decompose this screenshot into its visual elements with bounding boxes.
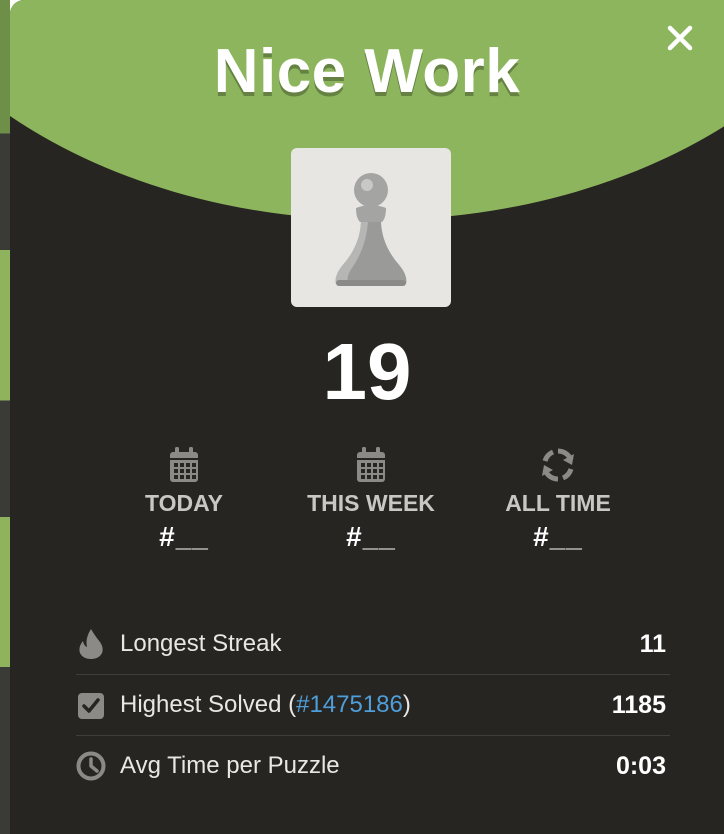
stats-list: Longest Streak 11 Highest Solved (#14751…: [76, 614, 670, 796]
leaderboard-this-week-label: THIS WEEK: [307, 490, 435, 516]
close-icon: [667, 25, 693, 51]
modal-title: Nice Work: [213, 37, 521, 106]
background-board-strip: [0, 0, 10, 834]
highest-solved-label: Highest Solved (#1475186): [120, 691, 612, 719]
longest-streak-label: Longest Streak: [120, 630, 282, 657]
highest-solved-value: 1185: [611, 690, 666, 719]
flame-icon: [79, 629, 103, 659]
stat-row-avg-time: Avg Time per Puzzle 0:03: [76, 736, 670, 796]
stat-row-highest-solved: Highest Solved (#1475186) 1185: [76, 675, 670, 736]
leaderboard-today[interactable]: TODAY #__: [84, 446, 284, 553]
highest-solved-label-close: ): [402, 691, 411, 718]
longest-streak-value: 11: [639, 629, 666, 658]
leaderboard-all-time[interactable]: ALL TIME #__: [458, 446, 658, 553]
puzzle-result-modal: Nice Work 19 TODAY #__ THIS WEEK #__ ALL…: [10, 0, 724, 834]
piece-card: [291, 148, 451, 307]
close-button[interactable]: [662, 20, 698, 56]
checkbox-icon: [78, 693, 104, 719]
clock-icon: [76, 751, 106, 781]
leaderboard-today-label: TODAY: [145, 490, 223, 516]
refresh-icon: [542, 448, 574, 482]
calendar-icon: [357, 447, 385, 482]
highest-solved-label-text: Highest Solved (: [120, 691, 297, 718]
leaderboard-all-time-rank: #__: [533, 521, 583, 552]
pawn-icon: [335, 172, 407, 286]
leaderboard-today-rank: #__: [159, 521, 209, 552]
leaderboard-this-week-rank: #__: [346, 521, 396, 552]
puzzle-score: 19: [322, 327, 412, 416]
leaderboard-all-time-label: ALL TIME: [505, 490, 611, 516]
avg-time-value: 0:03: [615, 751, 666, 780]
avg-time-label: Avg Time per Puzzle: [120, 752, 340, 779]
calendar-icon: [170, 447, 198, 482]
puzzle-link[interactable]: #1475186: [296, 691, 403, 718]
leaderboard-this-week[interactable]: THIS WEEK #__: [271, 446, 471, 553]
stat-row-longest-streak: Longest Streak 11: [76, 614, 670, 675]
